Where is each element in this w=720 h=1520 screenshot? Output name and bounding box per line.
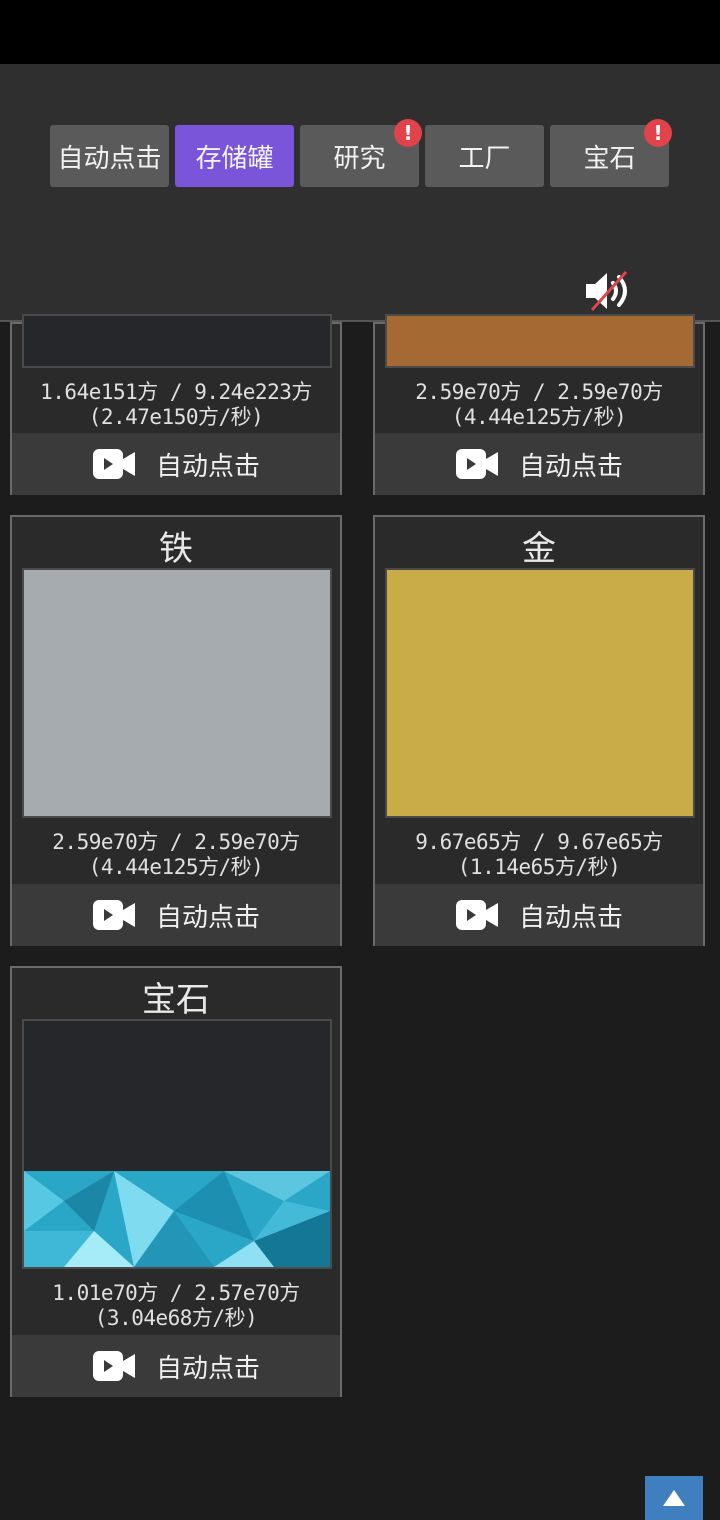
alert-badge-icon: ! bbox=[394, 119, 422, 147]
auto-click-label: 自动点击 bbox=[155, 902, 260, 933]
storage-amount: 2.59e70方 / 2.59e70方 bbox=[415, 380, 663, 404]
storage-card: 2.59e70方 / 2.59e70方 (4.44e125方/秒) 自动点击 bbox=[373, 314, 705, 495]
tab-research[interactable]: 研究 ! bbox=[300, 119, 422, 187]
auto-click-label: 自动点击 bbox=[518, 451, 623, 482]
storage-rate: (1.14e65方/秒) bbox=[457, 855, 621, 879]
tab-storage-tank[interactable]: 存储罐 bbox=[175, 125, 294, 187]
storage-fill-box bbox=[385, 568, 695, 818]
tab-label: 宝石 bbox=[583, 143, 636, 174]
auto-click-button[interactable]: 自动点击 bbox=[375, 433, 703, 495]
storage-fill-box bbox=[22, 568, 332, 818]
video-camera-icon bbox=[455, 449, 498, 479]
storage-amount: 9.67e65方 / 9.67e65方 bbox=[415, 830, 663, 854]
storage-fill-box bbox=[22, 1019, 332, 1269]
storage-stats: 2.59e70方 / 2.59e70方 (4.44e125方/秒) bbox=[12, 830, 340, 880]
storage-rate: (4.44e125方/秒) bbox=[88, 855, 264, 879]
scroll-to-top-button[interactable] bbox=[645, 1476, 703, 1520]
tab-gems[interactable]: 宝石 ! bbox=[550, 119, 672, 187]
storage-amount: 2.59e70方 / 2.59e70方 bbox=[52, 830, 300, 854]
video-camera-icon bbox=[92, 449, 135, 479]
auto-click-label: 自动点击 bbox=[155, 1353, 260, 1384]
storage-title: 宝石 bbox=[142, 980, 210, 1020]
tab-auto-click[interactable]: 自动点击 bbox=[50, 125, 169, 187]
storage-card: 1.64e151方 / 9.24e223方 (2.47e150方/秒) 自动点击 bbox=[10, 314, 342, 495]
tab-label: 自动点击 bbox=[57, 143, 162, 174]
tab-label: 存储罐 bbox=[195, 143, 274, 174]
video-camera-icon bbox=[92, 1351, 135, 1381]
storage-stats: 2.59e70方 / 2.59e70方 (4.44e125方/秒) bbox=[375, 380, 703, 430]
alert-badge-icon: ! bbox=[644, 119, 672, 147]
auto-click-button[interactable]: 自动点击 bbox=[12, 884, 340, 946]
storage-fill-box bbox=[385, 314, 695, 368]
video-camera-icon bbox=[455, 900, 498, 930]
storage-fill-level bbox=[387, 570, 693, 816]
storage-title: 铁 bbox=[159, 529, 193, 569]
auto-click-button[interactable]: 自动点击 bbox=[375, 884, 703, 946]
storage-amount: 1.64e151方 / 9.24e223方 bbox=[40, 380, 312, 404]
auto-click-label: 自动点击 bbox=[518, 902, 623, 933]
auto-click-button[interactable]: 自动点击 bbox=[12, 433, 340, 495]
storage-stats: 1.64e151方 / 9.24e223方 (2.47e150方/秒) bbox=[12, 380, 340, 430]
tab-label: 工厂 bbox=[458, 143, 511, 174]
storage-card-gems: 宝石 1.01e70方 / 2.57e70方 (3.04e68方/秒) 自动点击 bbox=[10, 966, 342, 1397]
storage-rate: (3.04e68方/秒) bbox=[94, 1306, 258, 1330]
storage-fill-level bbox=[24, 570, 330, 816]
arrow-up-icon bbox=[663, 1490, 685, 1506]
tab-label: 研究 bbox=[333, 143, 386, 174]
video-camera-icon bbox=[92, 900, 135, 930]
storage-amount: 1.01e70方 / 2.57e70方 bbox=[52, 1281, 300, 1305]
storage-fill-level bbox=[387, 316, 693, 366]
speaker-muted-icon bbox=[586, 270, 628, 312]
status-bar bbox=[0, 0, 720, 64]
sound-toggle-button[interactable] bbox=[582, 268, 634, 314]
storage-fill-box bbox=[22, 314, 332, 368]
storage-stats: 1.01e70方 / 2.57e70方 (3.04e68方/秒) bbox=[12, 1281, 340, 1331]
storage-card-iron: 铁 2.59e70方 / 2.59e70方 (4.44e125方/秒) 自动点击 bbox=[10, 515, 342, 946]
auto-click-label: 自动点击 bbox=[155, 451, 260, 482]
storage-stats: 9.67e65方 / 9.67e65方 (1.14e65方/秒) bbox=[375, 830, 703, 880]
auto-click-button[interactable]: 自动点击 bbox=[12, 1335, 340, 1397]
tab-bar: 自动点击 存储罐 研究 ! 工厂 宝石 ! bbox=[50, 119, 672, 187]
storage-rate: (4.44e125方/秒) bbox=[451, 405, 627, 429]
gem-texture-fill bbox=[24, 1171, 330, 1267]
tab-factory[interactable]: 工厂 bbox=[425, 125, 544, 187]
storage-title: 金 bbox=[522, 529, 556, 569]
storage-rate: (2.47e150方/秒) bbox=[88, 405, 264, 429]
storage-card-gold: 金 9.67e65方 / 9.67e65方 (1.14e65方/秒) 自动点击 bbox=[373, 515, 705, 946]
